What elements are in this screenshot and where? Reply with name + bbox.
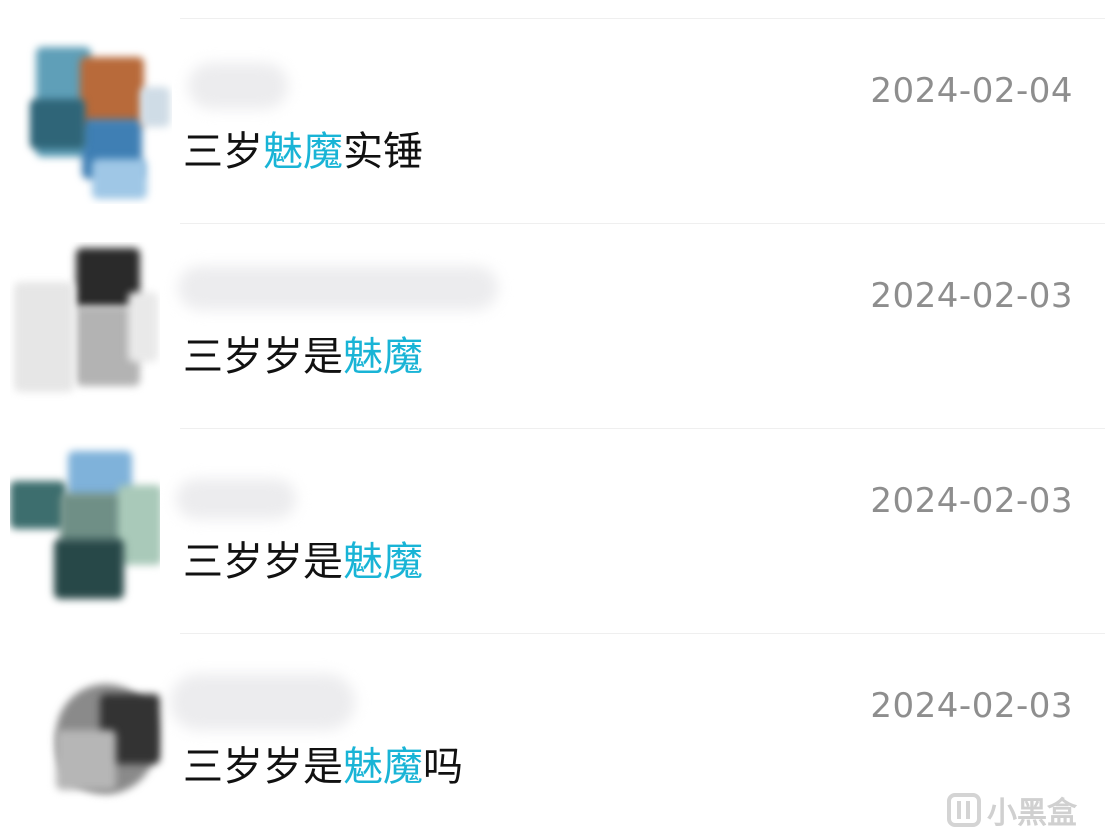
avatar[interactable]	[40, 654, 190, 819]
username-redacted	[176, 479, 296, 519]
comment-row[interactable]: 2024-02-03 三岁岁是魅魔	[0, 429, 1105, 634]
username-redacted	[178, 266, 498, 310]
keyword-highlight: 魅魔	[343, 334, 423, 380]
username-redacted	[188, 63, 288, 109]
comment-row[interactable]: 2024-02-03 三岁岁是魅魔吗	[0, 634, 1105, 839]
avatar[interactable]	[10, 443, 160, 608]
keyword-highlight: 魅魔	[343, 539, 423, 585]
heybox-watermark: 小黑盒	[947, 788, 1077, 832]
comment-text: 三岁岁是魅魔	[183, 539, 423, 585]
comment-text: 三岁魅魔实锤	[183, 129, 423, 175]
watermark-text: 小黑盒	[987, 796, 1077, 831]
comment-date: 2024-02-04	[870, 71, 1073, 111]
avatar[interactable]	[10, 242, 160, 407]
keyword-highlight: 魅魔	[343, 744, 423, 790]
keyword-highlight: 魅魔	[263, 129, 343, 175]
comment-text: 三岁岁是魅魔	[183, 334, 423, 380]
comment-row[interactable]: 2024-02-04 三岁魅魔实锤	[0, 19, 1105, 224]
comment-text: 三岁岁是魅魔吗	[183, 744, 463, 790]
username-redacted	[170, 674, 355, 730]
heybox-logo-icon	[947, 793, 981, 827]
comment-date: 2024-02-03	[870, 276, 1073, 316]
comment-row[interactable]: 2024-02-03 三岁岁是魅魔	[0, 224, 1105, 429]
comment-date: 2024-02-03	[870, 686, 1073, 726]
comment-date: 2024-02-03	[870, 481, 1073, 521]
avatar[interactable]	[22, 39, 172, 204]
